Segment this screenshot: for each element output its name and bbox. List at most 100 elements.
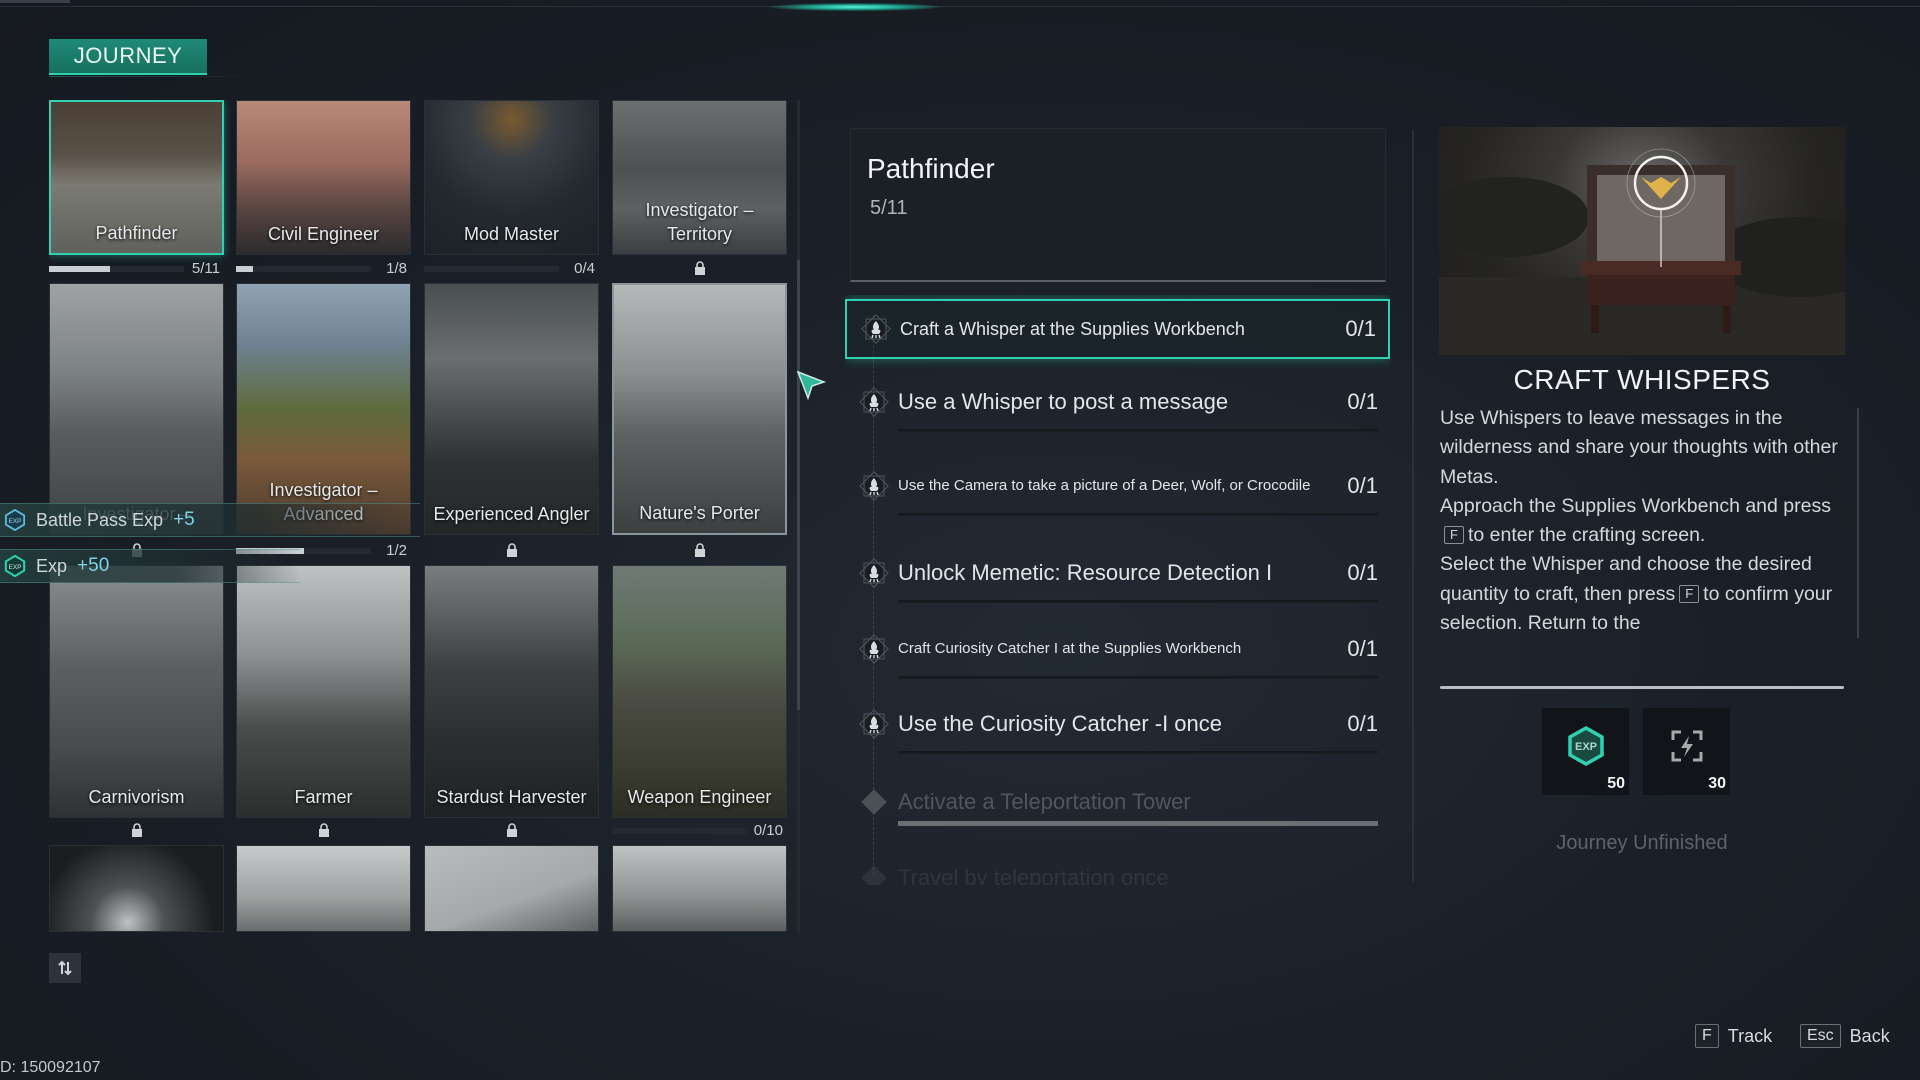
toast-value: +50 (77, 555, 110, 576)
task-text: Craft Curiosity Catcher I at the Supplie… (898, 640, 1242, 657)
track-button[interactable]: F Track (1695, 1024, 1772, 1048)
svg-text:EXP: EXP (9, 564, 22, 571)
card-title: Stardust Harvester (436, 787, 587, 807)
reward-count: 50 (1607, 775, 1625, 792)
card-thumbnail[interactable]: Mod Master (424, 100, 599, 255)
card-title: Civil Engineer (267, 224, 380, 244)
card-title: Farmer (294, 787, 353, 807)
task-detail-title: CRAFT WHISPERS (1513, 364, 1771, 395)
sort-icon (58, 960, 72, 976)
toast-exp: EXP Exp +50 (0, 549, 300, 583)
svg-text:EXP: EXP (9, 518, 22, 525)
card-thumbnail[interactable]: Nature's Porter (612, 283, 787, 535)
card-progress (49, 822, 224, 842)
task-text: Travel by teleportation once (898, 865, 1169, 885)
quest-task-row[interactable]: Unlock Memetic: Resource Detection I 0/1 (845, 543, 1390, 603)
grid-scroll-thumb[interactable] (797, 260, 800, 710)
card-thumbnail[interactable]: Investigator – Advanced (236, 283, 411, 535)
task-flame-icon (861, 314, 891, 344)
svg-text:EXP: EXP (1574, 741, 1596, 753)
quest-task-row[interactable]: Activate a Teleportation Tower (845, 772, 1390, 832)
task-underline (898, 600, 1378, 603)
task-flame-icon (859, 387, 889, 417)
card-progress-count: 0/4 (574, 260, 595, 277)
key-f-icon: F (1695, 1024, 1719, 1048)
card-progress: 0/10 (612, 822, 787, 842)
quest-task-row[interactable]: Craft a Whisper at the Supplies Workbenc… (845, 299, 1390, 359)
card-thumbnail[interactable]: Farmer (236, 565, 411, 818)
card-progress (424, 822, 599, 842)
card-thumbnail[interactable]: Investigator – Territory (612, 100, 787, 255)
lock-icon (506, 823, 517, 837)
card-progress (612, 260, 787, 280)
desc-text: Use Whispers to leave messages in the wi… (1440, 407, 1838, 488)
task-underline (898, 429, 1378, 432)
task-text: Use a Whisper to post a message (898, 389, 1229, 414)
task-flame-icon (859, 471, 889, 501)
journey-status: Journey Unfinished (1556, 832, 1728, 854)
card-title: Experienced Angler (433, 504, 590, 524)
card-thumbnail[interactable]: Investigator – (49, 283, 224, 535)
card-thumbnail[interactable]: Civil Engineer (236, 100, 411, 255)
task-count: 0/1 (1347, 473, 1378, 498)
energy-icon (1671, 730, 1702, 762)
task-description: Use Whispers to leave messages in the wi… (1440, 404, 1840, 636)
card-thumbnail[interactable]: Stardust Harvester (424, 565, 599, 818)
task-underline (898, 676, 1378, 679)
mouse-cursor-icon (796, 370, 827, 401)
battle-pass-exp-icon: EXP (4, 509, 26, 531)
track-label: Track (1727, 1025, 1773, 1046)
desc-text: Approach the Supplies Workbench and pres… (1440, 494, 1831, 517)
lock-icon (506, 543, 517, 557)
card-progress-count: 0/10 (753, 822, 783, 839)
task-flame-icon (859, 634, 889, 664)
task-flame-icon (859, 709, 889, 739)
top-glow (770, 3, 940, 11)
task-locked-icon (861, 789, 887, 815)
task-underline (898, 751, 1378, 754)
card-thumbnail[interactable]: Experienced Angler (424, 283, 599, 535)
task-text: Craft a Whisper at the Supplies Workbenc… (900, 319, 1245, 339)
card-progress (612, 542, 787, 562)
exp-icon: EXP (1567, 726, 1604, 767)
card-progress-bar (424, 266, 559, 272)
task-locked-icon (861, 865, 887, 885)
quest-task-row[interactable]: Use the Curiosity Catcher -I once 0/1 (845, 694, 1390, 754)
grid-scrollbar[interactable] (797, 100, 800, 932)
card-thumbnail[interactable] (236, 845, 411, 932)
card-thumbnail[interactable]: Pathfinder (49, 100, 224, 255)
description-scrollbar[interactable] (1857, 408, 1859, 638)
tab-journey[interactable]: JOURNEY (49, 39, 207, 75)
card-thumbnail[interactable]: Carnivorism (49, 565, 224, 818)
sort-button[interactable] (49, 953, 81, 983)
reward-count: 30 (1708, 775, 1726, 792)
reward-energy[interactable]: 30 (1643, 708, 1730, 795)
card-title: Mod Master (463, 224, 560, 244)
card-thumbnail[interactable] (424, 845, 599, 932)
quest-task-row[interactable]: Travel by teleportation once (845, 848, 1390, 885)
quest-title: Pathfinder (867, 153, 995, 184)
back-button[interactable]: Esc Back (1800, 1024, 1890, 1048)
task-locked-bar (898, 821, 1378, 826)
exp-icon: EXP (4, 555, 26, 577)
quest-task-row[interactable]: Use the Camera to take a picture of a De… (845, 456, 1390, 516)
task-text: Use the Camera to take a picture of a De… (898, 477, 1311, 494)
card-progress: 0/4 (424, 260, 599, 280)
card-progress-count: 1/8 (386, 260, 407, 277)
task-preview-image (1439, 127, 1845, 355)
key-f-icon: F (1444, 526, 1464, 545)
quest-header: Pathfinder 5/11 (850, 128, 1386, 282)
card-thumbnail[interactable] (612, 845, 787, 932)
toast-value: +5 (173, 509, 195, 530)
card-thumbnail[interactable]: Weapon Engineer (612, 565, 787, 818)
reward-exp[interactable]: EXP 50 (1542, 708, 1629, 795)
quest-task-row[interactable]: Use a Whisper to post a message 0/1 (845, 372, 1390, 432)
card-title: Weapon Engineer (627, 787, 772, 807)
card-thumbnail[interactable] (49, 845, 224, 932)
card-progress-bar (612, 828, 747, 834)
task-count: 0/1 (1347, 711, 1378, 736)
card-title: Carnivorism (88, 787, 185, 807)
lock-icon (694, 543, 705, 557)
quest-task-row[interactable]: Craft Curiosity Catcher I at the Supplie… (845, 619, 1390, 679)
detail-divider (1440, 686, 1844, 689)
